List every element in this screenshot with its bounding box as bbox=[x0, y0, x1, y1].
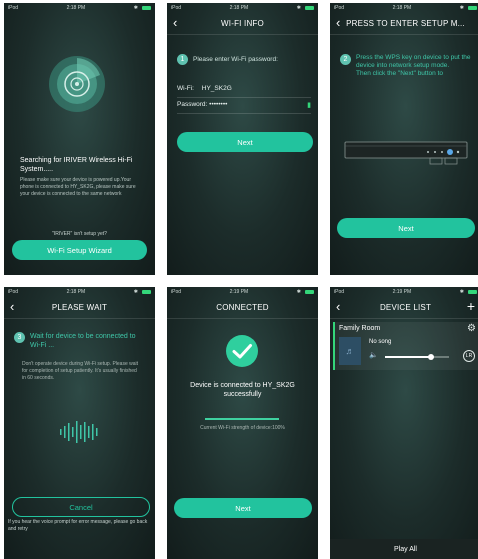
play-all-button[interactable]: Play All bbox=[330, 539, 478, 559]
next-button[interactable]: Next bbox=[177, 132, 313, 152]
battery-icon: ✱ bbox=[297, 5, 314, 11]
step-row: 1 Please enter Wi-Fi password: bbox=[177, 54, 315, 65]
wifi-strength-fill bbox=[205, 418, 279, 420]
volume-handle[interactable] bbox=[428, 353, 435, 360]
wifi-strength-label: Current Wi-Fi strength of device:100% bbox=[200, 425, 285, 431]
page-title: PRESS TO ENTER SETUP M... bbox=[346, 18, 465, 28]
battery-icon: ✱ bbox=[134, 5, 151, 11]
page-title: PLEASE WAIT bbox=[51, 302, 108, 312]
connected-message: Device is connected to HY_SK2G successfu… bbox=[190, 382, 295, 398]
wifi-setup-wizard-button[interactable]: Wi-Fi Setup Wizard bbox=[12, 240, 147, 260]
step-number: 1 bbox=[177, 54, 188, 65]
carrier: iPod bbox=[334, 288, 345, 295]
next-button[interactable]: Next bbox=[337, 218, 475, 238]
page-title: DEVICE LIST bbox=[379, 302, 432, 312]
status-bar: iPod 2:18 PM ✱ bbox=[167, 3, 318, 12]
volume-fill bbox=[385, 356, 432, 358]
wifi-strength-bar bbox=[205, 418, 279, 420]
battery-icon: ✱ bbox=[460, 5, 477, 11]
back-icon[interactable]: ‹ bbox=[10, 299, 14, 314]
password-field[interactable]: Password: •••••••• ▮ bbox=[177, 101, 311, 114]
nav-bar: ‹ DEVICE LIST + bbox=[330, 296, 478, 319]
device-name: Family Room bbox=[339, 325, 381, 332]
carrier: iPod bbox=[334, 4, 345, 11]
wait-desc: Don't operate device during Wi-Fi setup.… bbox=[22, 361, 139, 381]
searching-desc: Please make sure your device is powered … bbox=[20, 177, 136, 197]
radar-icon bbox=[48, 55, 106, 113]
screen-search: iPod 2:18 PM ✱ Searching for IRIVER Wire… bbox=[4, 3, 155, 275]
status-bar: iPod 2:18 PM ✱ bbox=[330, 3, 478, 12]
clock: 2:18 PM bbox=[229, 4, 249, 11]
step-text: Wait for device to be connected to Wi-Fi… bbox=[30, 333, 136, 349]
carrier: iPod bbox=[171, 288, 182, 295]
next-button[interactable]: Next bbox=[174, 498, 312, 518]
checkmark-icon bbox=[225, 334, 259, 368]
wifi-value: HY_SK2G bbox=[201, 85, 232, 92]
device-card[interactable]: Family Room ⚙ ♬ No song 🔈 LR bbox=[333, 322, 478, 370]
cancel-button[interactable]: Cancel bbox=[12, 497, 150, 517]
clock: 2:19 PM bbox=[392, 288, 412, 295]
voice-note: If you hear the voice prompt for error m… bbox=[8, 519, 148, 532]
wifi-label: Wi-Fi: bbox=[177, 85, 194, 92]
password-value: •••••••• bbox=[209, 101, 228, 108]
battery-icon: ✱ bbox=[297, 289, 314, 295]
step-number: 2 bbox=[340, 54, 351, 65]
page-title: CONNECTED bbox=[216, 302, 269, 312]
speaker-icon: 🔈 bbox=[369, 352, 378, 359]
volume-slider[interactable] bbox=[385, 353, 449, 360]
searching-title: Searching for IRIVER Wireless Hi-Fi Syst… bbox=[20, 157, 133, 173]
back-icon[interactable]: ‹ bbox=[173, 15, 177, 30]
clock: 2:18 PM bbox=[66, 4, 86, 11]
screen-connected: iPod 2:19 PM ✱ CONNECTED Device is conne… bbox=[167, 287, 318, 559]
status-bar: iPod 2:19 PM ✱ bbox=[167, 287, 318, 296]
add-device-icon[interactable]: + bbox=[467, 298, 475, 314]
nav-bar: ‹ PRESS TO ENTER SETUP M... bbox=[330, 12, 478, 35]
carrier: iPod bbox=[8, 288, 19, 295]
sound-wave-icon bbox=[59, 420, 101, 444]
clock: 2:18 PM bbox=[66, 288, 86, 295]
album-art: ♬ bbox=[339, 337, 361, 365]
screen-wifi-info: iPod 2:18 PM ✱ ‹ WI-FI INFO 1 Please ent… bbox=[167, 3, 318, 275]
nav-bar: ‹ WI-FI INFO bbox=[167, 12, 318, 35]
nav-bar: CONNECTED bbox=[167, 296, 318, 319]
battery-icon: ✱ bbox=[134, 289, 151, 295]
step-row: 2 Press the WPS key on device to put the… bbox=[340, 54, 478, 78]
battery-icon: ✱ bbox=[460, 289, 477, 295]
back-icon[interactable]: ‹ bbox=[336, 299, 340, 314]
lock-icon[interactable]: ▮ bbox=[307, 101, 311, 109]
wifi-row: Wi-Fi: HY_SK2G bbox=[177, 85, 311, 98]
song-label: No song bbox=[369, 339, 392, 345]
page-title: WI-FI INFO bbox=[221, 18, 264, 28]
status-bar: iPod 2:18 PM ✱ bbox=[4, 287, 155, 296]
status-bar: iPod 2:19 PM ✱ bbox=[330, 287, 478, 296]
clock: 2:18 PM bbox=[392, 4, 412, 11]
back-icon[interactable]: ‹ bbox=[336, 15, 340, 30]
carrier: iPod bbox=[8, 4, 19, 11]
screen-device-list: iPod 2:19 PM ✱ ‹ DEVICE LIST + Family Ro… bbox=[330, 287, 478, 559]
gear-icon[interactable]: ⚙ bbox=[467, 323, 476, 334]
screen-please-wait: iPod 2:18 PM ✱ ‹ PLEASE WAIT 3 Wait for … bbox=[4, 287, 155, 559]
screen-press-setup: iPod 2:18 PM ✱ ‹ PRESS TO ENTER SETUP M.… bbox=[330, 3, 478, 275]
step-number: 3 bbox=[14, 332, 25, 343]
nav-bar: ‹ PLEASE WAIT bbox=[4, 296, 155, 319]
device-illustration bbox=[344, 140, 468, 166]
step-row: 3 Wait for device to be connected to Wi-… bbox=[14, 332, 144, 350]
not-setup-label: "IRIVER" isn't setup yet? bbox=[52, 231, 107, 237]
step-text: Press the WPS key on device to put the d… bbox=[356, 54, 471, 77]
lr-badge[interactable]: LR bbox=[463, 350, 475, 362]
password-label: Password: bbox=[177, 101, 208, 108]
clock: 2:19 PM bbox=[229, 288, 249, 295]
carrier: iPod bbox=[171, 4, 182, 11]
status-bar: iPod 2:18 PM ✱ bbox=[4, 3, 155, 12]
step-text: Please enter Wi-Fi password: bbox=[193, 56, 278, 63]
